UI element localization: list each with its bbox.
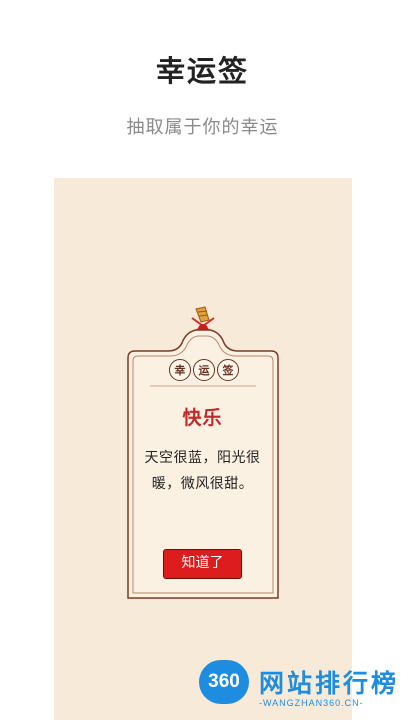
watermark-domain: -WANGZHAN360.CN-: [259, 698, 364, 708]
watermark-name: 网站排行榜: [259, 669, 400, 698]
watermark-logo-icon: 360: [199, 660, 249, 704]
fortune-text-line-2: 暖，微风很甜。: [151, 476, 254, 492]
watermark: 360 网站排行榜 -WANGZHAN360.CN-: [199, 658, 405, 720]
seal-char-2: 运: [193, 359, 215, 381]
fortune-title: 快乐: [182, 407, 223, 429]
seal-char-3: 签: [217, 359, 239, 381]
fortune-text-line-1: 天空很蓝，阳光很: [144, 450, 261, 466]
seal-char-1: 幸: [169, 359, 191, 381]
got-it-button[interactable]: 知道了: [163, 549, 242, 579]
